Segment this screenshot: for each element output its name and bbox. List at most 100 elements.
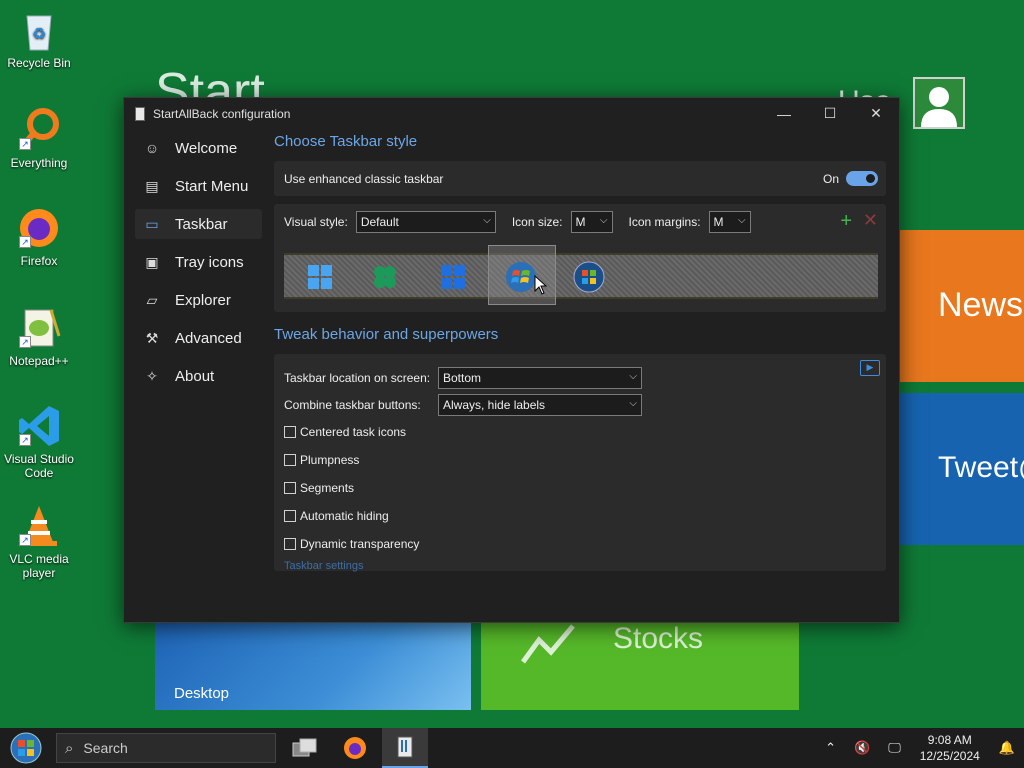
notification-bell-icon[interactable]: 🔔 <box>999 740 1015 756</box>
title-bar[interactable]: StartAllBack configuration — ☐ ✕ <box>124 98 899 129</box>
search-placeholder: Search <box>83 740 128 756</box>
start-orb-button[interactable] <box>7 731 45 765</box>
combine-buttons-select[interactable]: Always, hide labels ⌵ <box>438 393 642 416</box>
sidebar-item-label: Start Menu <box>175 177 249 195</box>
icon-size-select[interactable]: M ⌵ <box>570 210 613 233</box>
network-icon[interactable]: 🖵 <box>888 740 901 756</box>
icon-size-label: Icon size: <box>511 214 563 229</box>
checkbox[interactable] <box>284 482 296 494</box>
taskbar-settings-link[interactable]: Taskbar settings <box>284 560 876 572</box>
news-tile[interactable]: News <box>898 230 1024 382</box>
close-button[interactable]: ✕ <box>853 98 899 129</box>
clock[interactable]: 9:08 AM 12/25/2024 <box>920 732 980 764</box>
visual-style-select[interactable]: Default ⌵ <box>355 210 496 233</box>
vlc-icon: ↗ <box>17 504 61 548</box>
recycle-bin-icon: ♻ <box>17 8 61 52</box>
checkbox[interactable] <box>284 510 296 522</box>
centered-task-icons-checkbox-row[interactable]: Centered task icons <box>284 418 876 446</box>
smiley-icon: ☺ <box>144 140 160 156</box>
windows-7-orb-icon[interactable] <box>505 261 537 293</box>
taskbar-location-row: Taskbar location on screen: Bottom ⌵ <box>284 364 876 391</box>
desktop-icon-vlc[interactable]: ↗ VLC media player <box>0 504 78 580</box>
clock-date: 12/25/2024 <box>919 749 980 763</box>
wrench-icon: ⚒ <box>145 329 159 346</box>
sidebar-item-about[interactable]: ✧ About <box>135 361 262 391</box>
desktop-icon-label: Recycle Bin <box>7 56 71 70</box>
windows-10-logo-icon[interactable] <box>304 261 336 293</box>
visual-style-value: Default <box>360 214 399 229</box>
sidebar-item-label: Taskbar <box>175 215 228 233</box>
sidebar-item-start-menu[interactable]: ▤ Start Menu <box>135 171 262 201</box>
chevron-down-icon: ⌵ <box>629 370 637 382</box>
minimize-button[interactable]: — <box>761 98 807 129</box>
stocks-tile[interactable]: Stocks <box>481 622 799 710</box>
enhanced-taskbar-toggle[interactable] <box>846 171 878 186</box>
tweet-tile[interactable]: Tweet@ <box>898 393 1024 545</box>
delete-style-button[interactable]: ✕ <box>863 210 878 231</box>
plumpness-checkbox-row[interactable]: Plumpness <box>284 446 876 474</box>
icon-margins-value: M <box>713 214 724 229</box>
user-avatar[interactable] <box>913 77 965 129</box>
icon-size-value: M <box>575 214 586 229</box>
segments-checkbox-row[interactable]: Segments <box>284 474 876 502</box>
desktop-tile[interactable]: Desktop <box>155 622 471 710</box>
desktop-icon-notepadpp[interactable]: ↗ Notepad++ <box>0 306 78 368</box>
news-tile-label: News <box>938 286 1024 324</box>
windows-vista-orb-icon[interactable] <box>573 261 605 293</box>
taskbar-search-box[interactable]: ⌕ Search <box>56 733 276 763</box>
style-options-card: Visual style: Default ⌵ Icon size: M ⌵ I… <box>274 204 886 312</box>
sidebar-item-tray-icons[interactable]: ▣ Tray icons <box>135 247 262 277</box>
sidebar-item-explorer[interactable]: ▱ Explorer <box>135 285 262 315</box>
taskbar-location-select[interactable]: Bottom ⌵ <box>438 366 642 389</box>
windows-11-logo-icon[interactable] <box>437 261 469 293</box>
start-menu-icon: ▤ <box>145 177 159 194</box>
checkbox-label: Segments <box>300 481 355 495</box>
sidebar-item-welcome[interactable]: ☺ Welcome <box>135 133 262 163</box>
desktop-icon-label: Notepad++ <box>9 354 69 368</box>
main-content: Choose Taskbar style Use enhanced classi… <box>274 133 886 572</box>
firefox-icon: ↗ <box>17 206 61 250</box>
firefox-icon <box>344 737 366 759</box>
desktop-icon-vscode[interactable]: ↗ Visual Studio Code <box>0 404 78 480</box>
sidebar-item-taskbar[interactable]: ▭ Taskbar <box>135 209 262 239</box>
tweak-behavior-card: ▶ Taskbar location on screen: Bottom ⌵ C… <box>274 354 886 572</box>
automatic-hiding-checkbox-row[interactable]: Automatic hiding <box>284 502 876 530</box>
task-view-button[interactable] <box>282 728 328 768</box>
desktop-icon-everything[interactable]: ↗ Everything <box>0 108 78 170</box>
enhanced-taskbar-toggle-group: On <box>823 171 878 186</box>
minimize-icon: — <box>777 105 791 122</box>
desktop-icon-firefox[interactable]: ↗ Firefox <box>0 206 78 268</box>
sidebar-item-label: Explorer <box>175 291 231 309</box>
taskbar-startallback-button[interactable] <box>382 728 428 768</box>
taskbar-firefox-button[interactable] <box>332 728 378 768</box>
chevron-up-icon[interactable]: ⌃ <box>825 740 836 756</box>
maximize-button[interactable]: ☐ <box>807 98 853 129</box>
desktop-icon-recycle-bin[interactable]: ♻ Recycle Bin <box>0 8 78 70</box>
stocks-tile-label: Stocks <box>613 622 704 655</box>
close-icon: ✕ <box>870 105 882 121</box>
about-icon: ✧ <box>146 367 158 384</box>
window-title: StartAllBack configuration <box>153 106 291 121</box>
sidebar-item-label: Tray icons <box>175 253 244 271</box>
icon-margins-select[interactable]: M ⌵ <box>708 210 751 233</box>
volume-muted-icon[interactable]: 🔇 <box>854 740 870 756</box>
sidebar-item-advanced[interactable]: ⚒ Advanced <box>135 323 262 353</box>
add-style-button[interactable]: + <box>840 210 852 233</box>
toggle-state-label: On <box>822 171 839 186</box>
combine-buttons-value: Always, hide labels <box>443 397 546 412</box>
dynamic-transparency-checkbox-row[interactable]: Dynamic transparency <box>284 530 876 558</box>
combine-buttons-row: Combine taskbar buttons: Always, hide la… <box>284 391 876 418</box>
play-video-icon[interactable]: ▶ <box>860 360 880 376</box>
taskbar-style-heading: Choose Taskbar style <box>274 133 418 150</box>
visual-style-label: Visual style: <box>284 214 348 229</box>
windows-11-clover-icon[interactable] <box>369 261 401 293</box>
checkbox[interactable] <box>284 454 296 466</box>
checkbox[interactable] <box>284 538 296 550</box>
tray-icons-icon: ▣ <box>145 253 159 270</box>
checkbox[interactable] <box>284 426 296 438</box>
sidebar: ☺ Welcome ▤ Start Menu ▭ Taskbar ▣ Tray icon… <box>135 133 262 399</box>
style-options-row: Visual style: Default ⌵ Icon size: M ⌵ I… <box>274 204 886 239</box>
chevron-down-icon: ⌵ <box>483 214 491 226</box>
clock-time: 9:08 AM <box>927 733 972 747</box>
chevron-down-icon: ⌵ <box>629 397 637 409</box>
